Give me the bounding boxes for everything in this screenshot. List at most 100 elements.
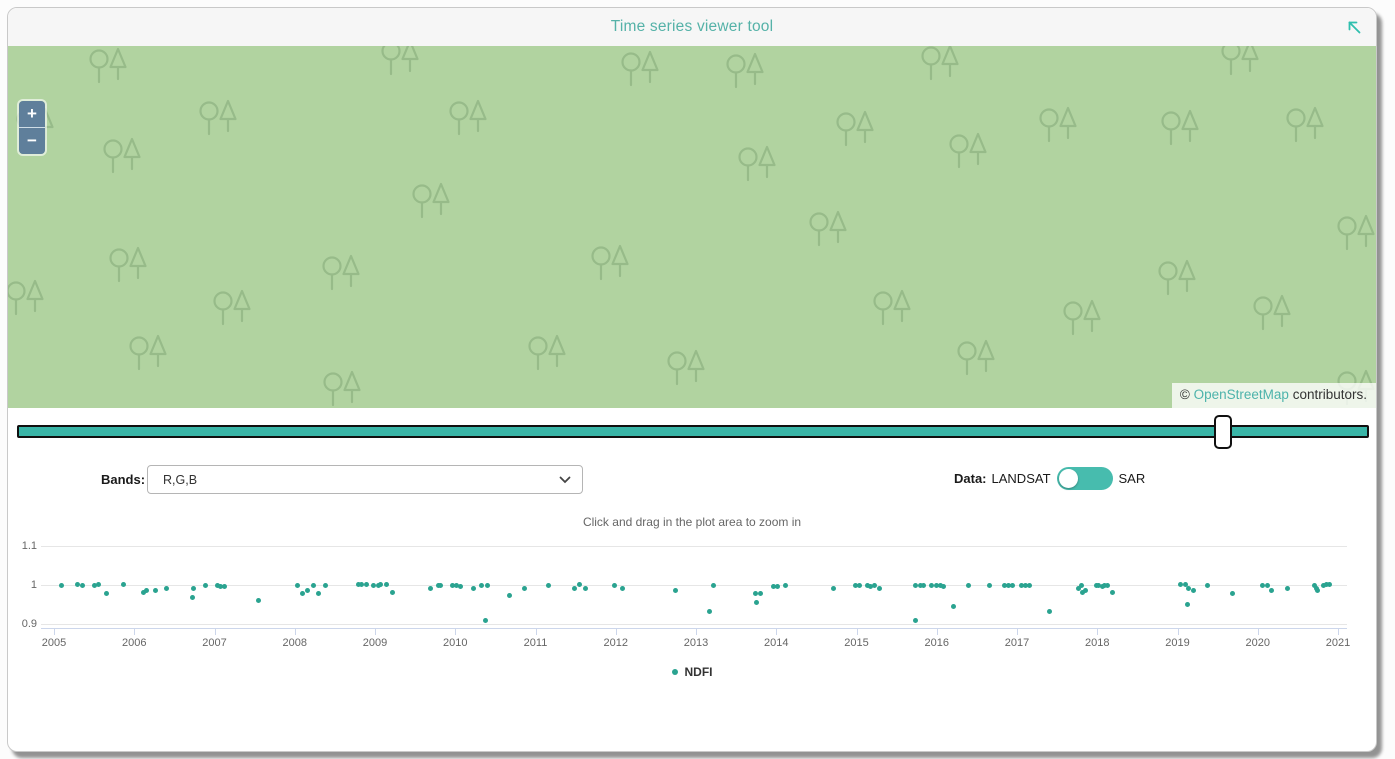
x-axis-tick	[937, 629, 938, 635]
y-axis-label: 1.1	[8, 540, 37, 552]
forest-trees-icon	[210, 288, 256, 328]
chevron-down-icon	[559, 476, 571, 484]
forest-trees-icon	[319, 253, 365, 293]
x-axis-label: 2013	[666, 637, 726, 649]
x-axis-tick	[215, 629, 216, 635]
bands-label: Bands:	[101, 472, 145, 487]
data-source-control: Data: LANDSAT SAR	[954, 464, 1145, 492]
x-axis-tick	[696, 629, 697, 635]
x-axis-label: 2014	[746, 637, 806, 649]
map-attribution: © OpenStreetMap contributors.	[1172, 383, 1376, 408]
x-axis-label: 2015	[827, 637, 887, 649]
forest-trees-icon	[588, 243, 634, 283]
landsat-option-label: LANDSAT	[992, 471, 1051, 486]
zoom-in-button[interactable]: +	[19, 101, 45, 128]
x-axis-tick	[375, 629, 376, 635]
forest-trees-icon	[126, 333, 172, 373]
forest-trees-icon	[409, 181, 455, 221]
x-axis-line	[41, 628, 1347, 629]
data-source-toggle[interactable]	[1057, 467, 1113, 490]
forest-trees-icon	[1158, 108, 1204, 148]
x-axis-tick	[1017, 629, 1018, 635]
forest-trees-icon	[86, 46, 132, 86]
forest-trees-icon	[100, 136, 146, 176]
map-zoom-control: + −	[17, 99, 47, 156]
forest-trees-icon	[918, 46, 964, 83]
x-axis-tick	[295, 629, 296, 635]
forest-trees-icon	[1155, 258, 1201, 298]
legend-item-ndfi[interactable]: NDFI	[8, 665, 1376, 679]
x-axis-label: 2018	[1067, 637, 1127, 649]
x-axis-label: 2021	[1308, 637, 1368, 649]
x-axis-tick	[54, 629, 55, 635]
x-axis-tick	[536, 629, 537, 635]
openstreetmap-link[interactable]: OpenStreetMap	[1194, 387, 1289, 402]
x-axis-tick	[1097, 629, 1098, 635]
forest-trees-icon	[618, 49, 664, 89]
bands-select-value: R,G,B	[163, 473, 197, 487]
x-axis-tick	[857, 629, 858, 635]
forest-trees-icon	[723, 51, 769, 91]
plot-area[interactable]	[41, 538, 1347, 628]
attribution-suffix: contributors.	[1293, 387, 1367, 402]
y-axis-label: 1	[8, 579, 37, 591]
forest-trees-icon	[870, 288, 916, 328]
forest-trees-icon	[320, 369, 366, 408]
legend-marker-icon	[672, 669, 678, 675]
chart-title: Click and drag in the plot area to zoom …	[8, 515, 1376, 529]
forest-trees-icon	[833, 109, 879, 149]
header: Time series viewer tool	[8, 8, 1376, 46]
copyright-symbol: ©	[1180, 387, 1190, 402]
forest-trees-icon	[664, 348, 710, 388]
x-axis-tick	[616, 629, 617, 635]
x-axis-label: 2006	[104, 637, 164, 649]
x-axis-label: 2012	[586, 637, 646, 649]
forest-trees-icon	[954, 338, 1000, 378]
sar-option-label: SAR	[1119, 471, 1146, 486]
x-axis-label: 2011	[506, 637, 566, 649]
x-axis-label: 2005	[24, 637, 84, 649]
x-axis-label: 2009	[345, 637, 405, 649]
x-axis-tick	[1338, 629, 1339, 635]
legend-label: NDFI	[685, 665, 713, 679]
forest-trees-icon	[1060, 298, 1106, 338]
forest-trees-icon	[446, 98, 492, 138]
forest-trees-icon	[946, 131, 992, 171]
forest-trees-icon	[378, 46, 424, 78]
timeline-slider-handle[interactable]	[1214, 415, 1232, 449]
x-axis-label: 2016	[907, 637, 967, 649]
x-axis-tick	[455, 629, 456, 635]
forest-trees-icon	[1250, 293, 1296, 333]
forest-trees-icon	[1218, 46, 1264, 78]
toggle-knob[interactable]	[1059, 469, 1078, 488]
forest-trees-icon	[1036, 105, 1082, 145]
data-label: Data:	[954, 471, 987, 486]
forest-trees-icon	[1334, 213, 1376, 253]
x-axis-label: 2007	[185, 637, 245, 649]
forest-trees-icon	[735, 144, 781, 184]
x-axis-tick	[1258, 629, 1259, 635]
zoom-out-button[interactable]: −	[19, 128, 45, 154]
x-axis-tick	[134, 629, 135, 635]
forest-trees-icon	[106, 245, 152, 285]
forest-layer	[8, 46, 1376, 408]
forest-trees-icon	[1283, 105, 1329, 145]
x-axis-tick	[776, 629, 777, 635]
forest-trees-icon	[196, 98, 242, 138]
x-axis-label: 2010	[425, 637, 485, 649]
x-axis-label: 2008	[265, 637, 325, 649]
forest-trees-icon	[525, 333, 571, 373]
forest-trees-icon	[8, 278, 49, 318]
y-axis-label: 0.9	[8, 618, 37, 630]
x-axis-label: 2020	[1228, 637, 1288, 649]
collapse-arrow-icon[interactable]	[1347, 20, 1362, 35]
x-axis-label: 2017	[987, 637, 1047, 649]
x-axis-tick	[1178, 629, 1179, 635]
app-window: Time series viewer tool	[7, 7, 1377, 752]
bands-select[interactable]: R,G,B	[147, 465, 583, 494]
timeline-slider-track[interactable]	[17, 425, 1369, 438]
map[interactable]: + − © OpenStreetMap contributors.	[8, 46, 1376, 408]
x-axis-label: 2019	[1148, 637, 1208, 649]
forest-trees-icon	[806, 209, 852, 249]
page-title: Time series viewer tool	[611, 18, 774, 36]
